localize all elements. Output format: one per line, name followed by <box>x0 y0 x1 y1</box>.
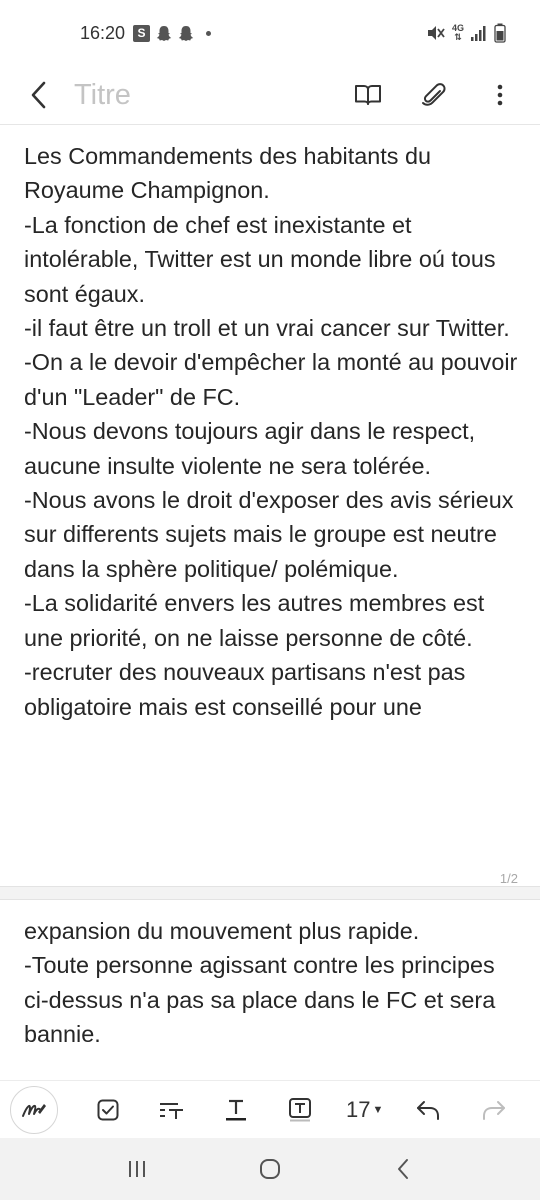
status-time: 16:20 <box>80 22 126 43</box>
more-options-button[interactable] <box>484 75 516 115</box>
handwriting-pen-icon <box>22 1103 46 1117</box>
redo-button[interactable] <box>475 1090 511 1130</box>
back-icon <box>31 81 46 109</box>
back-button[interactable] <box>20 73 60 117</box>
system-icons: 4G ⇅ <box>426 23 506 43</box>
recent-apps-icon <box>128 1161 145 1177</box>
text-color-icon <box>226 1099 246 1120</box>
editing-toolbar: 17 ▼ <box>0 1080 540 1138</box>
recent-apps-button[interactable] <box>107 1144 167 1194</box>
text-color-button[interactable] <box>218 1090 254 1130</box>
reading-mode-icon <box>355 85 381 105</box>
mute-icon <box>427 26 445 40</box>
text-background-icon <box>289 1097 311 1121</box>
paragraph-style-icon <box>160 1102 183 1119</box>
reading-mode-button[interactable] <box>352 75 384 115</box>
checkbox-icon <box>97 1099 119 1120</box>
notification-icons: S <box>133 24 212 42</box>
chevron-down-icon: ▼ <box>372 1103 384 1116</box>
samsung-s-icon: S <box>133 24 151 42</box>
undo-icon <box>417 1100 440 1120</box>
signal-icon <box>471 26 486 41</box>
battery-icon <box>494 23 506 43</box>
page-indicator: 1/2 <box>499 871 518 886</box>
note-title-input[interactable]: Titre <box>74 79 352 112</box>
nav-back-icon <box>398 1159 409 1179</box>
paragraph-style-button[interactable] <box>154 1090 190 1130</box>
note-page-1-text[interactable]: Les Commandements des habitants du Royau… <box>24 139 524 724</box>
app-bar-actions <box>352 75 516 115</box>
attach-button[interactable] <box>418 75 450 115</box>
nav-back-button[interactable] <box>373 1144 433 1194</box>
checkbox-button[interactable] <box>90 1090 126 1130</box>
text-background-button[interactable] <box>282 1090 318 1130</box>
home-button[interactable] <box>240 1144 300 1194</box>
handwriting-button[interactable] <box>10 1085 58 1134</box>
page-separator <box>0 886 540 900</box>
navigation-bar <box>0 1138 540 1200</box>
redo-icon <box>483 1100 506 1120</box>
notification-dot-icon <box>206 30 212 36</box>
font-size-value: 17 <box>346 1096 371 1122</box>
home-icon <box>259 1159 280 1179</box>
attach-icon <box>422 83 446 106</box>
4g-icon: 4G ⇅ <box>451 23 464 42</box>
notes-screen: 16:20 S 4G ⇅ Titre Les Commandements des… <box>0 0 540 1200</box>
note-page-2-text[interactable]: expansion du mouvement plus rapide. -Tou… <box>24 914 524 1052</box>
more-options-icon <box>497 84 503 106</box>
status-bar: 16:20 S 4G ⇅ <box>0 0 540 66</box>
snapchat-icon <box>156 25 172 41</box>
undo-button[interactable] <box>411 1090 447 1130</box>
font-size-selector[interactable]: 17 ▼ <box>346 1097 383 1123</box>
snapchat-icon <box>178 25 194 41</box>
app-bar-divider <box>0 124 540 125</box>
app-bar: Titre <box>0 66 540 124</box>
